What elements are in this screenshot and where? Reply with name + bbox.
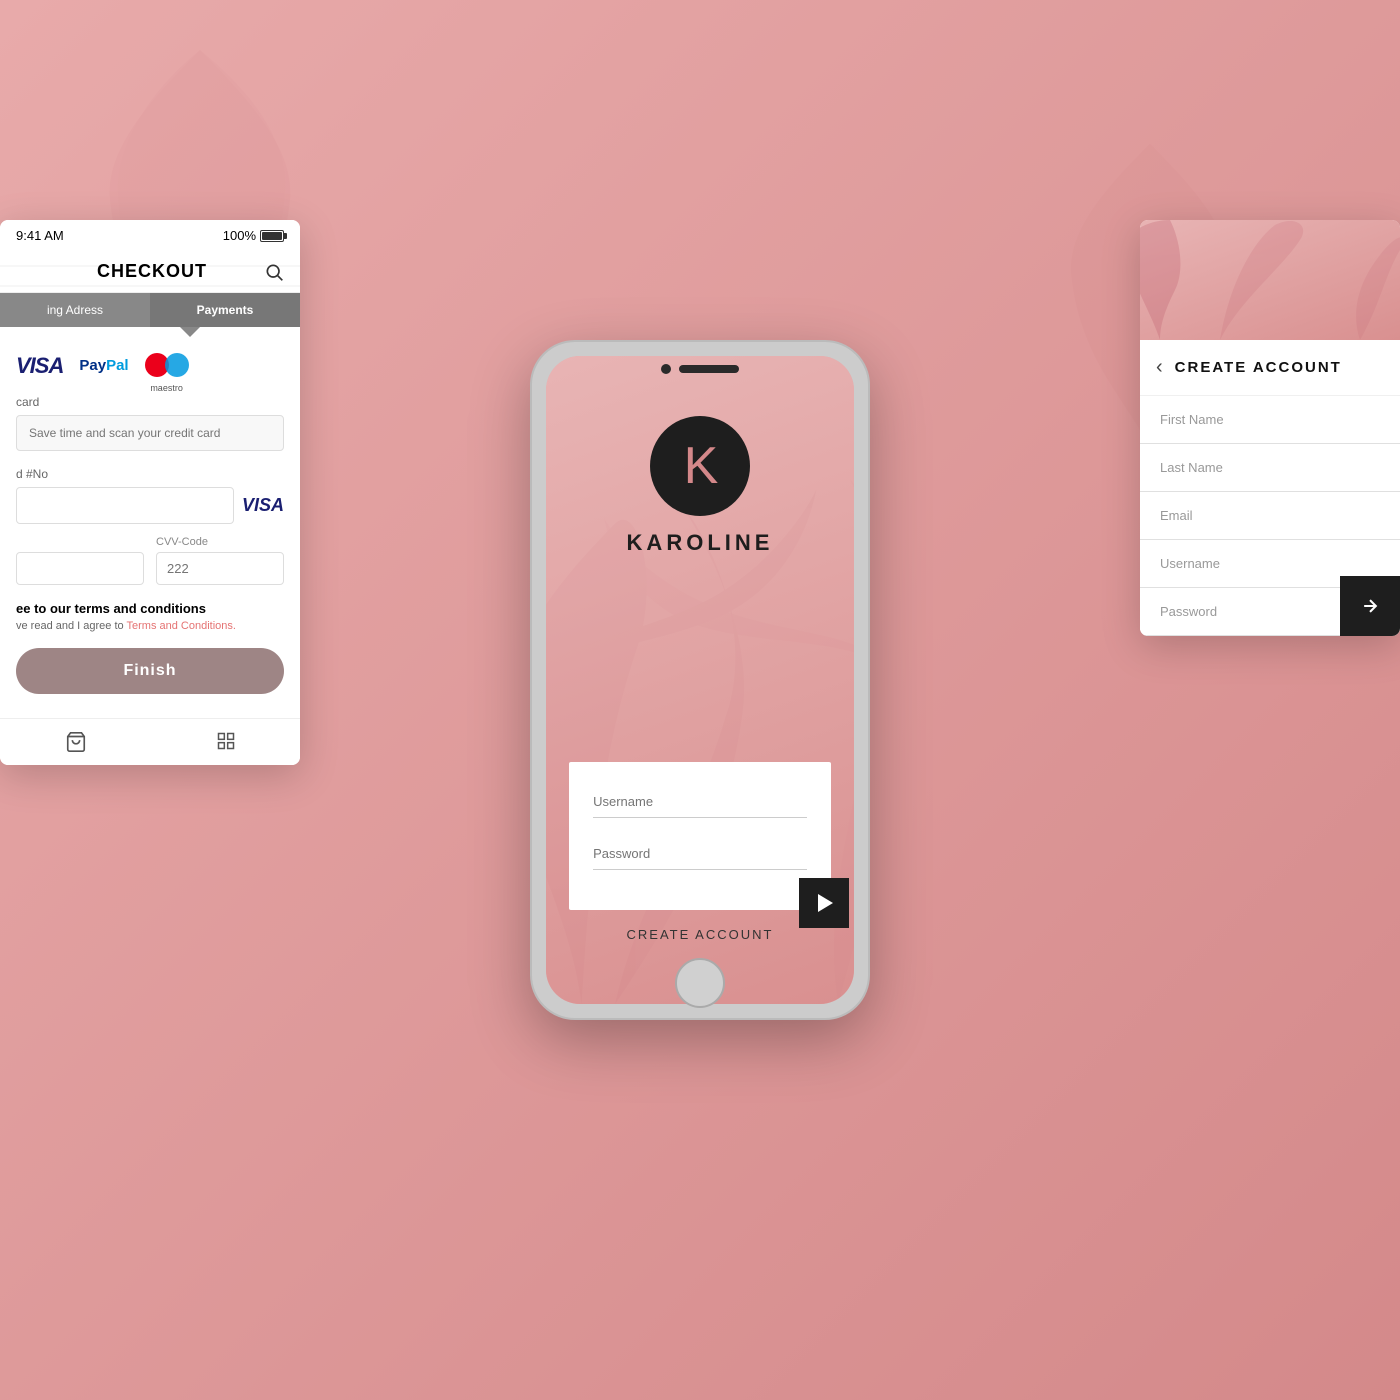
card-number-section: d #No VISA: [16, 467, 284, 524]
brand-name: KAROLINE: [627, 530, 774, 556]
terms-section: ee to our terms and conditions ve read a…: [16, 601, 284, 632]
right-phone-top: [1140, 220, 1400, 340]
right-palm-bg: [1140, 220, 1400, 340]
left-phone: 9:41 AM 100% CHECKOUT ing Adress Payment…: [0, 220, 300, 765]
expiry-input-group: [16, 552, 144, 585]
cvv-label: CVV-Code: [156, 536, 284, 548]
password-input[interactable]: [593, 838, 807, 870]
create-account-header: ‹ CREATE ACCOUNT: [1140, 340, 1400, 396]
terms-text: ve read and I agree to Terms and Conditi…: [16, 620, 284, 632]
cart-icon[interactable]: [65, 731, 87, 753]
center-phone-wrap: K KAROLINE CRE: [530, 340, 870, 1020]
tab-arrow: [0, 327, 300, 337]
checkout-tabs: ing Adress Payments: [0, 293, 300, 327]
status-time: 9:41 AM: [16, 228, 64, 243]
card-number-input[interactable]: [16, 487, 234, 524]
arrow-right-icon: [1360, 596, 1380, 616]
checkout-header: CHECKOUT: [0, 251, 300, 293]
create-account-title: CREATE ACCOUNT: [1175, 359, 1342, 376]
cvv-section: CVV-Code: [16, 536, 284, 585]
search-icon[interactable]: [264, 262, 284, 282]
logo-letter: K: [684, 436, 717, 496]
card-number-label: d #No: [16, 467, 284, 481]
username-input[interactable]: [593, 786, 807, 818]
payment-icons-row: VISA PayPal maestro: [16, 353, 284, 379]
payment-methods: VISA PayPal maestro card d #No VISA: [0, 337, 300, 718]
center-screen: K KAROLINE CRE: [546, 356, 854, 1004]
tab-payments[interactable]: Payments: [150, 293, 300, 327]
login-screen: K KAROLINE CRE: [546, 356, 854, 1004]
paypal-logo: PayPal: [79, 357, 128, 375]
tab-shipping[interactable]: ing Adress: [0, 293, 150, 327]
front-camera: [661, 364, 671, 374]
center-phone: K KAROLINE CRE: [530, 340, 870, 1020]
grid-icon[interactable]: [216, 731, 236, 751]
right-phone: ‹ CREATE ACCOUNT: [1140, 220, 1400, 636]
create-account-section: CREATE ACCOUNT: [569, 926, 831, 944]
scan-label: card: [16, 395, 284, 409]
status-bar: 9:41 AM 100%: [0, 220, 300, 251]
play-icon: [818, 894, 833, 912]
maestro-logo: maestro: [145, 353, 189, 379]
terms-link[interactable]: Terms and Conditions.: [127, 620, 236, 632]
phone-notch: [661, 364, 739, 374]
terms-title: ee to our terms and conditions: [16, 601, 284, 616]
visa-card-indicator: VISA: [242, 495, 284, 516]
logo-area: K KAROLINE: [627, 416, 774, 556]
phone-speaker: [679, 365, 739, 373]
checkout-title: CHECKOUT: [40, 261, 264, 282]
create-account-link[interactable]: CREATE ACCOUNT: [627, 927, 774, 942]
login-form-container: CREATE ACCOUNT: [569, 762, 831, 1004]
scan-input[interactable]: [16, 415, 284, 451]
email-input[interactable]: [1140, 492, 1400, 540]
create-account-form: [1140, 396, 1400, 636]
back-button[interactable]: ‹: [1156, 356, 1163, 379]
cvv-input[interactable]: [156, 552, 284, 585]
card-scan-section: card: [16, 395, 284, 463]
battery-indicator: 100%: [223, 228, 284, 243]
login-form: [569, 762, 831, 910]
logo-circle: K: [650, 416, 750, 516]
last-name-input[interactable]: [1140, 444, 1400, 492]
submit-button[interactable]: [1340, 576, 1400, 636]
play-button[interactable]: [799, 878, 849, 928]
cvv-input-group: CVV-Code: [156, 536, 284, 585]
bottom-nav: [0, 718, 300, 765]
first-name-input[interactable]: [1140, 396, 1400, 444]
finish-button[interactable]: Finish: [16, 648, 284, 694]
visa-logo: VISA: [16, 353, 63, 379]
expiry-input[interactable]: [16, 552, 144, 585]
